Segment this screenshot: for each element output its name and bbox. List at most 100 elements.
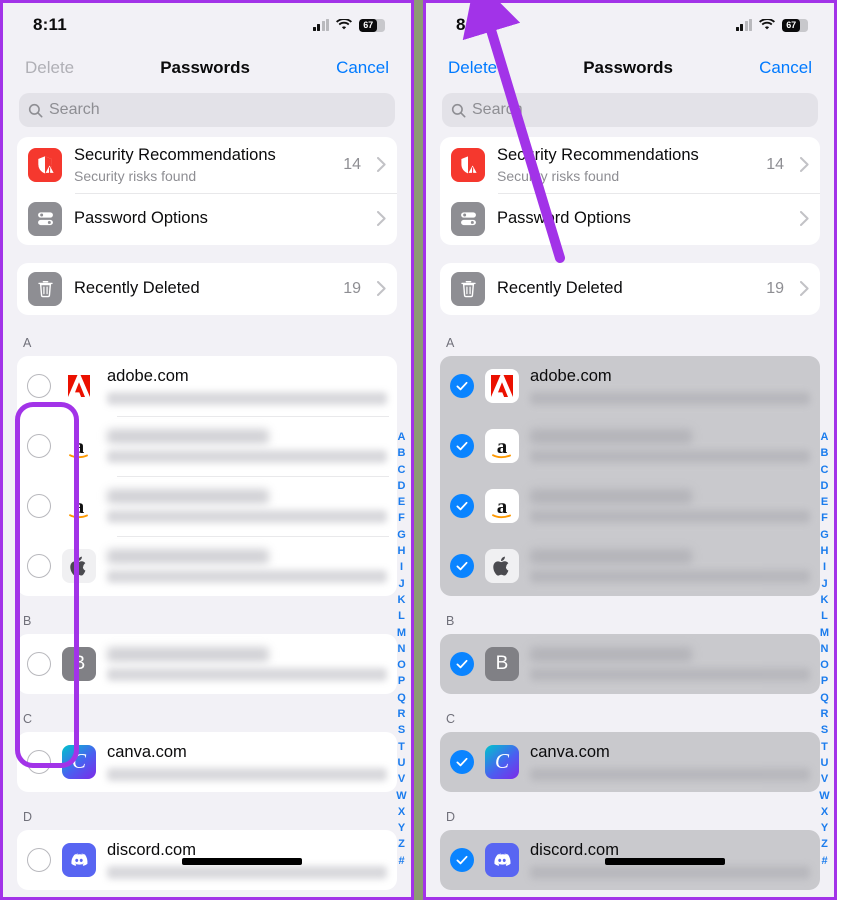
list-item-password[interactable]: adobe.com (440, 356, 820, 416)
delete-button[interactable]: Delete (448, 58, 497, 78)
alpha-item[interactable]: Z (395, 836, 408, 852)
alpha-item[interactable]: F (818, 510, 831, 526)
search-input[interactable]: Search (442, 93, 818, 127)
list-item-password[interactable]: a (17, 415, 397, 476)
alpha-item[interactable]: U (395, 755, 408, 771)
alpha-item[interactable]: R (395, 706, 408, 722)
list-item-password[interactable]: discord.com (440, 830, 820, 890)
list-content-left[interactable]: Security Recommendations Security risks … (3, 137, 411, 897)
alpha-item[interactable]: J (395, 576, 408, 592)
list-item-recently-deleted[interactable]: Recently Deleted 19 (17, 263, 397, 315)
list-item-password[interactable]: adobe.com (17, 356, 397, 416)
list-item-password[interactable] (440, 536, 820, 596)
alpha-item[interactable]: K (395, 592, 408, 608)
alpha-item[interactable]: L (395, 608, 408, 624)
alpha-item[interactable]: # (818, 853, 831, 869)
list-item-password[interactable] (17, 535, 397, 596)
alpha-item[interactable]: A (395, 429, 408, 445)
select-checkbox[interactable] (27, 749, 51, 774)
select-checkbox-checked[interactable] (450, 433, 474, 458)
list-item-password[interactable]: a (440, 476, 820, 536)
select-checkbox[interactable] (27, 493, 51, 518)
search-input[interactable]: Search (19, 93, 395, 127)
alpha-item[interactable]: V (818, 771, 831, 787)
list-item-password[interactable]: C canva.com (440, 732, 820, 792)
alphabet-index-right[interactable]: A B C D E F G H I J K L M N O P Q R S T (818, 429, 831, 869)
cancel-button[interactable]: Cancel (759, 58, 812, 78)
alpha-item[interactable]: D (395, 478, 408, 494)
alpha-item[interactable]: Q (395, 690, 408, 706)
alpha-item[interactable]: H (395, 543, 408, 559)
battery-icon: 67 (359, 18, 385, 32)
alpha-item[interactable]: B (395, 445, 408, 461)
alpha-item[interactable]: S (818, 722, 831, 738)
alpha-item[interactable]: G (818, 527, 831, 543)
list-item-password[interactable]: B (440, 634, 820, 694)
list-item-password[interactable]: C canva.com (17, 732, 397, 792)
alpha-item[interactable]: Y (395, 820, 408, 836)
alpha-item[interactable]: F (395, 510, 408, 526)
alpha-item[interactable]: P (395, 673, 408, 689)
alpha-item[interactable]: A (818, 429, 831, 445)
alpha-item[interactable]: D (818, 478, 831, 494)
alpha-item[interactable]: M (395, 625, 408, 641)
alpha-item[interactable]: J (818, 576, 831, 592)
alpha-item[interactable]: X (395, 804, 408, 820)
list-item-password[interactable]: discord.com (17, 830, 397, 890)
list-item-password[interactable]: a (17, 475, 397, 536)
alpha-item[interactable]: Y (818, 820, 831, 836)
alpha-item[interactable]: I (395, 559, 408, 575)
list-item-password[interactable]: a (440, 416, 820, 476)
select-checkbox-checked[interactable] (450, 847, 474, 872)
select-checkbox[interactable] (27, 553, 51, 578)
list-item-password-options[interactable]: Password Options (17, 192, 397, 245)
select-checkbox[interactable] (27, 373, 51, 398)
alpha-item[interactable]: P (818, 673, 831, 689)
alpha-item[interactable]: X (818, 804, 831, 820)
password-username-redacted (107, 449, 387, 463)
list-item-password-options[interactable]: Password Options (440, 192, 820, 245)
alpha-item[interactable]: U (818, 755, 831, 771)
alpha-item[interactable]: W (395, 788, 408, 804)
alpha-item[interactable]: V (395, 771, 408, 787)
list-item-password[interactable]: B (17, 634, 397, 694)
alpha-item[interactable]: N (818, 641, 831, 657)
select-checkbox-checked[interactable] (450, 373, 474, 398)
alpha-item[interactable]: M (818, 625, 831, 641)
alpha-item[interactable]: O (395, 657, 408, 673)
alpha-item[interactable]: T (818, 739, 831, 755)
alpha-item[interactable]: Z (818, 836, 831, 852)
select-checkbox-checked[interactable] (450, 493, 474, 518)
alpha-item[interactable]: L (818, 608, 831, 624)
alpha-item[interactable]: H (818, 543, 831, 559)
alpha-item[interactable]: K (818, 592, 831, 608)
alpha-item[interactable]: R (818, 706, 831, 722)
select-checkbox[interactable] (27, 847, 51, 872)
alpha-item[interactable]: Q (818, 690, 831, 706)
alpha-item[interactable]: G (395, 527, 408, 543)
list-item-security-recommendations[interactable]: Security Recommendations Security risks … (17, 137, 397, 193)
alpha-item[interactable]: C (818, 462, 831, 478)
delete-button[interactable]: Delete (25, 58, 74, 78)
alpha-item[interactable]: W (818, 788, 831, 804)
alpha-item[interactable]: O (818, 657, 831, 673)
alpha-item[interactable]: E (395, 494, 408, 510)
list-content-right[interactable]: Security Recommendations Security risks … (426, 137, 834, 897)
alpha-item[interactable]: S (395, 722, 408, 738)
select-checkbox-checked[interactable] (450, 651, 474, 676)
list-item-security-recommendations[interactable]: Security Recommendations Security risks … (440, 137, 820, 193)
alpha-item[interactable]: N (395, 641, 408, 657)
alpha-item[interactable]: # (395, 853, 408, 869)
select-checkbox-checked[interactable] (450, 749, 474, 774)
select-checkbox[interactable] (27, 433, 51, 458)
alpha-item[interactable]: T (395, 739, 408, 755)
cancel-button[interactable]: Cancel (336, 58, 389, 78)
alpha-item[interactable]: B (818, 445, 831, 461)
select-checkbox[interactable] (27, 651, 51, 676)
alphabet-index-left[interactable]: A B C D E F G H I J K L M N O P Q R S T (395, 429, 408, 869)
alpha-item[interactable]: I (818, 559, 831, 575)
alpha-item[interactable]: C (395, 462, 408, 478)
list-item-recently-deleted[interactable]: Recently Deleted 19 (440, 263, 820, 315)
alpha-item[interactable]: E (818, 494, 831, 510)
select-checkbox-checked[interactable] (450, 553, 474, 578)
